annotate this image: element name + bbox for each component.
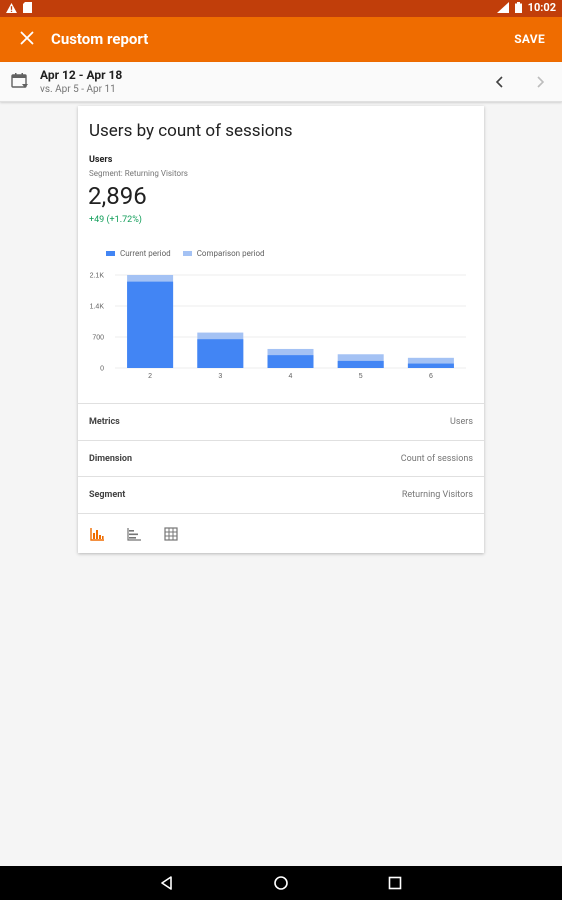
x-tick-label: 3 <box>218 373 222 380</box>
bar-current <box>407 363 454 368</box>
bar-current <box>197 339 244 368</box>
y-tick-label: 0 <box>100 366 104 373</box>
card-title: Users by count of sessions <box>89 121 293 141</box>
segment-label: Segment: Returning Visitors <box>89 169 188 178</box>
legend-swatch-current <box>106 251 115 256</box>
warning-icon <box>6 2 17 13</box>
status-bar: 10:02 <box>0 0 562 17</box>
view-switcher <box>78 513 484 554</box>
date-range[interactable]: Apr 12 - Apr 18 <box>40 68 122 82</box>
detail-value: Users <box>450 417 473 427</box>
metric-delta: +49 (+1.72%) <box>89 215 142 225</box>
x-tick-label: 6 <box>429 373 433 380</box>
sd-card-icon <box>23 2 32 13</box>
save-button[interactable]: SAVE <box>514 32 545 46</box>
home-icon[interactable] <box>273 875 289 891</box>
y-tick-label: 1.4K <box>90 304 105 311</box>
x-tick-label: 2 <box>148 373 152 380</box>
back-icon[interactable] <box>159 875 175 891</box>
date-range-bar: Apr 12 - Apr 18 vs. Apr 5 - Apr 11 <box>0 62 562 102</box>
legend-current: Current period <box>106 249 171 258</box>
detail-key: Metrics <box>89 417 120 427</box>
bar-current <box>337 360 384 368</box>
status-time: 10:02 <box>527 1 556 14</box>
bar-chart-icon[interactable] <box>89 526 105 542</box>
recents-icon[interactable] <box>387 875 403 891</box>
detail-row-segment[interactable]: Segment Returning Visitors <box>78 476 484 513</box>
app-bar: Custom report SAVE <box>0 17 562 62</box>
y-tick-label: 2.1K <box>90 273 105 280</box>
legend-label-comparison: Comparison period <box>196 249 265 258</box>
detail-row-metrics[interactable]: Metrics Users <box>78 403 484 440</box>
detail-value: Returning Visitors <box>401 490 473 500</box>
bar-current <box>267 355 314 368</box>
x-tick-label: 4 <box>289 373 293 380</box>
system-nav-bar <box>0 866 562 900</box>
legend-label-current: Current period <box>120 249 171 258</box>
x-tick-label: 5 <box>359 373 363 380</box>
horizontal-bar-icon[interactable] <box>126 526 142 542</box>
battery-icon <box>514 2 522 13</box>
y-tick-label: 700 <box>92 335 104 342</box>
metric-value: 2,896 <box>88 182 147 210</box>
calendar-icon[interactable] <box>11 72 29 90</box>
detail-row-dimension[interactable]: Dimension Count of sessions <box>78 440 484 477</box>
bar-chart: 0 700 1.4K 2.1K 2 3 4 5 6 <box>90 273 466 380</box>
chart-legend: Current period Comparison period <box>106 249 265 258</box>
metric-name: Users <box>89 155 113 165</box>
detail-key: Segment <box>89 490 126 500</box>
chevron-right-icon[interactable] <box>532 74 548 90</box>
report-card: Users by count of sessions Users Segment… <box>78 106 484 553</box>
bar-current <box>127 281 174 368</box>
chevron-left-icon[interactable] <box>492 74 508 90</box>
legend-comparison: Comparison period <box>182 249 265 258</box>
detail-key: Dimension <box>89 454 133 464</box>
legend-swatch-comparison <box>182 251 192 256</box>
comparison-range: vs. Apr 5 - Apr 11 <box>40 84 116 95</box>
signal-icon <box>496 2 509 13</box>
detail-value: Count of sessions <box>400 454 473 464</box>
table-icon[interactable] <box>163 526 179 542</box>
page-title: Custom report <box>51 30 149 48</box>
close-icon[interactable] <box>16 27 38 49</box>
